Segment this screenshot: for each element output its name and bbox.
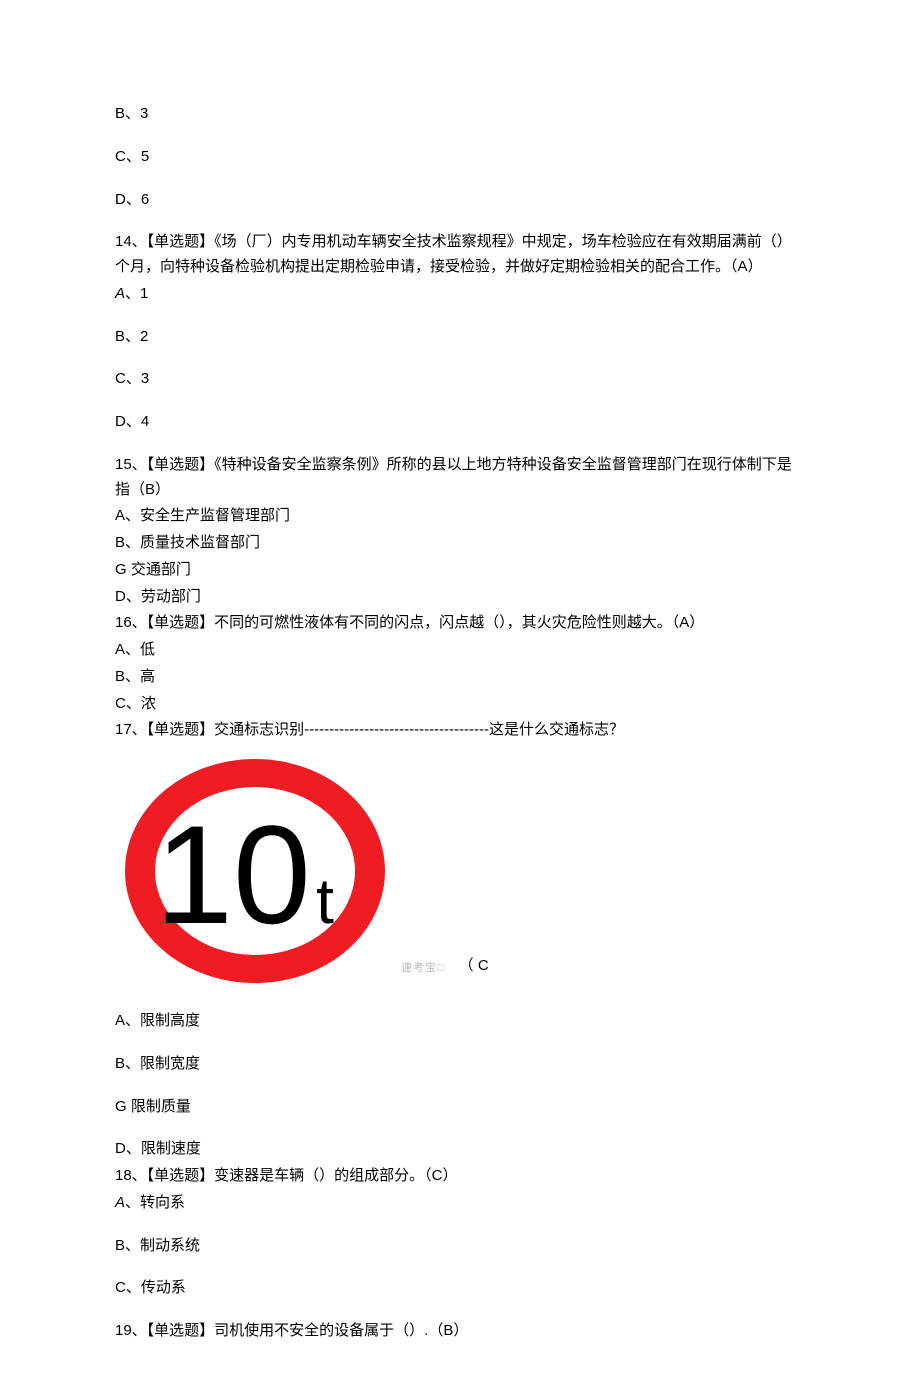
q16-stem: 16、【单选题】不同的可燃性液体有不同的闪点，闪点越（），其火灾危险性则越大。（…: [115, 611, 805, 636]
q17-option-a: A、限制高度: [115, 1009, 805, 1034]
q18-option-c: C、传动系: [115, 1276, 805, 1301]
traffic-sign-weight-limit-icon: 10 t: [115, 751, 395, 991]
q18-option-a-prefix: A: [115, 1194, 125, 1211]
q14-option-b: B、2: [115, 325, 805, 350]
sign-number: 10: [155, 796, 311, 953]
q14-option-c: C、3: [115, 367, 805, 392]
q14-option-a-suffix: 、1: [125, 285, 148, 302]
q14-option-a: A、1: [115, 282, 805, 307]
q15-option-b: B、质量技术监督部门: [115, 531, 805, 556]
q18-option-a-suffix: 、转向系: [125, 1194, 185, 1211]
q14-option-a-prefix: A: [115, 285, 125, 302]
q17-option-c: G 限制质量: [115, 1095, 805, 1120]
q17-answer-tag: （ C: [459, 954, 489, 979]
sign-unit: t: [316, 865, 334, 937]
q15-option-c: G 交通部门: [115, 558, 805, 583]
q17-stem: 17、【单选题】交通标志识别--------------------------…: [115, 718, 805, 743]
q18-stem: 18、【单选题】变速器是车辆（）的组成部分。（C）: [115, 1164, 805, 1189]
q15-option-d: D、劳动部门: [115, 585, 805, 610]
q13-option-b: B、3: [115, 102, 805, 127]
q14-option-d: D、4: [115, 410, 805, 435]
q16-option-b: B、高: [115, 665, 805, 690]
q15-stem: 15、【单选题】《特种设备安全监察条例》所称的县以上地方特种设备安全监督管理部门…: [115, 453, 805, 503]
q16-option-c: C、浓: [115, 692, 805, 717]
q19-stem: 19、【单选题】司机使用不安全的设备属于（）.（B）: [115, 1319, 805, 1344]
q18-option-b: B、制动系统: [115, 1234, 805, 1259]
q13-option-c: C、5: [115, 145, 805, 170]
q15-option-a: A、安全生产监督管理部门: [115, 504, 805, 529]
q17-option-b: B、限制宽度: [115, 1052, 805, 1077]
q17-option-d: D、限制速度: [115, 1137, 805, 1162]
watermark-text: 速考宝□: [401, 959, 445, 977]
q16-option-a: A、低: [115, 638, 805, 663]
q14-stem: 14、【单选题】《场（厂）内专用机动车辆安全技术监察规程》中规定，场车检验应在有…: [115, 230, 805, 280]
q13-option-d: D、6: [115, 188, 805, 213]
q18-option-a: A、转向系: [115, 1191, 805, 1216]
